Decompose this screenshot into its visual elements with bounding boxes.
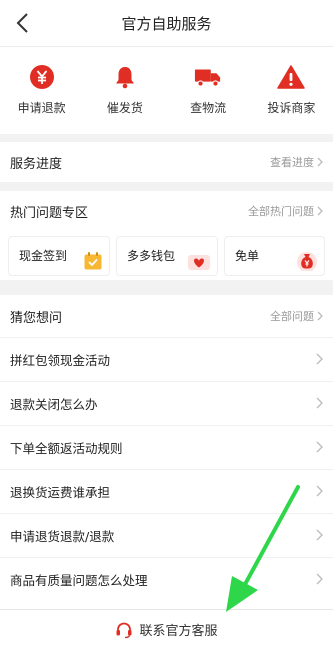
quick-actions: 申请退款 催发货 查物流 投诉商家 <box>0 47 333 134</box>
list-item[interactable]: 商品有质量问题怎么处理 <box>0 557 333 600</box>
question-list: 拼红包领现金活动 退款关闭怎么办 下单全额返活动规则 退换货运费谁承担 申请退货… <box>0 295 333 610</box>
chevron-right-icon <box>316 353 323 365</box>
quick-action-urge-shipping[interactable]: 催发货 <box>83 47 166 134</box>
header-bar: 官方自助服务 <box>0 0 333 47</box>
chevron-right-icon <box>317 206 323 216</box>
chevron-right-icon <box>317 157 323 167</box>
list-item[interactable]: 申请退货退款/退款 <box>0 513 333 556</box>
all-hot-questions-link[interactable]: 全部热门问题 <box>248 203 323 219</box>
quick-action-label: 查物流 <box>190 101 227 115</box>
quick-action-label: 催发货 <box>106 101 143 115</box>
back-chevron-icon <box>16 13 28 33</box>
view-progress-link[interactable]: 查看进度 <box>270 154 323 170</box>
quick-action-logistics[interactable]: 查物流 <box>167 47 250 134</box>
quick-action-label: 申请退款 <box>17 101 66 115</box>
money-bag-icon <box>297 252 317 271</box>
contact-official-service-label: 联系官方客服 <box>139 624 218 639</box>
service-progress-label: 服务进度 <box>10 156 63 172</box>
quick-action-label: 投诉商家 <box>267 101 316 115</box>
bell-icon <box>115 67 134 89</box>
list-item[interactable]: 拼红包领现金活动 <box>0 337 333 380</box>
back-button[interactable] <box>8 9 36 37</box>
calendar-check-icon <box>84 252 102 270</box>
headset-icon <box>116 622 132 638</box>
chevron-right-icon <box>317 311 323 321</box>
guess-questions-title: 猜您想问 <box>10 310 63 326</box>
chevron-right-icon <box>316 485 323 497</box>
hot-questions-cards: 现金签到 多多钱包 免单 <box>0 230 333 280</box>
list-item[interactable]: 下单全额返活动规则 <box>0 425 333 468</box>
chevron-right-icon <box>316 529 323 541</box>
truck-icon <box>195 69 221 87</box>
page-title: 官方自助服务 <box>121 14 212 33</box>
hot-card-label: 现金签到 <box>19 249 68 263</box>
all-questions-link[interactable]: 全部问题 <box>270 308 323 324</box>
hot-card-label: 免单 <box>235 249 260 263</box>
service-progress-row[interactable]: 服务进度 查看进度 <box>0 142 333 182</box>
hot-card-wallet[interactable]: 多多钱包 <box>116 236 218 276</box>
warning-icon <box>277 65 306 89</box>
guess-questions-header: 猜您想问 全部问题 <box>0 295 333 337</box>
list-item[interactable]: 退换货运费谁承担 <box>0 469 333 512</box>
chevron-right-icon <box>316 573 323 585</box>
hot-questions-header: 热门问题专区 全部热门问题 <box>0 191 333 231</box>
hot-questions-title: 热门问题专区 <box>10 205 89 221</box>
chevron-right-icon <box>316 397 323 409</box>
chevron-right-icon <box>316 441 323 453</box>
list-item[interactable]: 退款关闭怎么办 <box>0 381 333 424</box>
quick-action-complaint[interactable]: 投诉商家 <box>250 47 333 134</box>
hot-card-free-order[interactable]: 免单 <box>224 236 325 276</box>
wallet-heart-icon <box>188 255 210 270</box>
yen-coin-icon <box>29 65 54 89</box>
quick-action-refund[interactable]: 申请退款 <box>0 47 83 134</box>
hot-card-cash-checkin[interactable]: 现金签到 <box>8 236 110 276</box>
hot-card-label: 多多钱包 <box>127 249 176 263</box>
contact-official-service-button[interactable]: 联系官方客服 <box>0 609 333 649</box>
